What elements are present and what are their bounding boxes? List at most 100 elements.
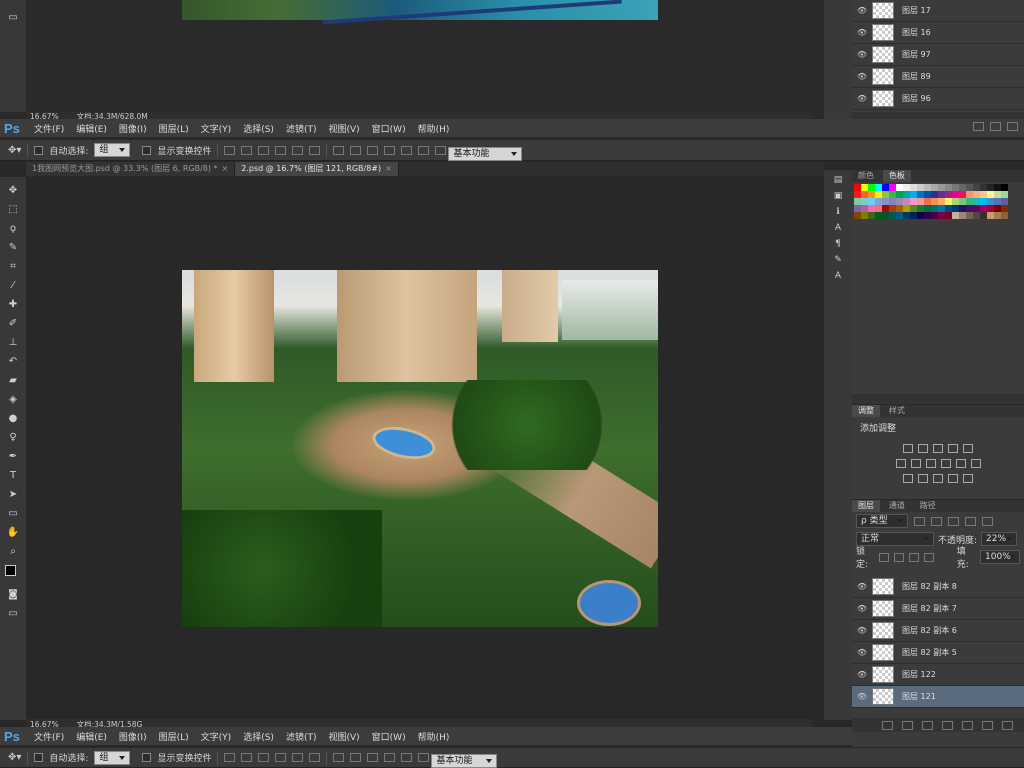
color-balance-icon[interactable] bbox=[910, 459, 921, 468]
distribute-bottom-icon[interactable] bbox=[367, 753, 379, 762]
marquee-tool-icon[interactable]: ⬚ bbox=[5, 202, 21, 217]
color-swatch[interactable] bbox=[1001, 184, 1008, 191]
color-swatch[interactable] bbox=[910, 205, 917, 212]
menu-filter[interactable]: 滤镜(T) bbox=[280, 122, 323, 135]
color-swatch[interactable] bbox=[938, 205, 945, 212]
distribute-right-icon[interactable] bbox=[418, 753, 430, 762]
blur-tool-icon[interactable]: ● bbox=[5, 411, 21, 426]
filter-pixel-icon[interactable] bbox=[914, 516, 925, 526]
color-swatch[interactable] bbox=[896, 198, 903, 205]
tool-presets-icon[interactable]: A bbox=[831, 270, 845, 282]
tab-preview-psd[interactable]: 1我图网预览大图.psd @ 33.3% (图层 6, RGB/8) * × bbox=[26, 162, 236, 176]
show-transform-checkbox[interactable] bbox=[142, 145, 152, 155]
opacity-input[interactable]: 22% bbox=[981, 532, 1018, 546]
color-swatch[interactable] bbox=[980, 212, 987, 219]
lock-pixels-icon[interactable] bbox=[894, 552, 905, 562]
color-swatch[interactable] bbox=[882, 191, 889, 198]
color-swatch[interactable] bbox=[917, 205, 924, 212]
quick-mask-icon[interactable]: ◙ bbox=[5, 587, 21, 602]
visibility-eye-icon[interactable]: 👁 bbox=[852, 692, 872, 701]
color-swatch[interactable] bbox=[945, 198, 952, 205]
color-swatch[interactable] bbox=[952, 184, 959, 191]
layer-row[interactable]: 👁 图层 97 bbox=[852, 44, 1024, 66]
layer-row[interactable]: 👁 图层 82 副本 6 bbox=[852, 620, 1024, 642]
color-swatch[interactable] bbox=[938, 191, 945, 198]
tab-2-psd[interactable]: 2.psd @ 16.7% (图层 121, RGB/8#) × bbox=[235, 162, 399, 176]
curves-icon[interactable] bbox=[933, 444, 943, 453]
foreground-color[interactable] bbox=[5, 565, 16, 576]
color-swatch[interactable] bbox=[952, 205, 959, 212]
menu-view[interactable]: 视图(V) bbox=[322, 122, 365, 135]
eraser-tool-icon[interactable]: ▰ bbox=[5, 373, 21, 388]
color-swatch[interactable] bbox=[931, 205, 938, 212]
menu-edit[interactable]: 编辑(E) bbox=[70, 122, 113, 135]
invert-icon[interactable] bbox=[903, 474, 913, 483]
color-swatch[interactable] bbox=[938, 212, 945, 219]
layer-row[interactable]: 👁 图层 17 bbox=[852, 0, 1024, 22]
color-swatch[interactable] bbox=[945, 205, 952, 212]
distribute-top-icon[interactable] bbox=[333, 753, 345, 762]
color-swatch[interactable] bbox=[973, 184, 980, 191]
menu-file[interactable]: 文件(F) bbox=[28, 730, 70, 743]
auto-select-dropdown[interactable]: 组 bbox=[94, 143, 131, 157]
color-swatch[interactable] bbox=[917, 198, 924, 205]
distribute-left-icon[interactable] bbox=[384, 753, 396, 762]
color-swatch[interactable] bbox=[931, 198, 938, 205]
color-swatch[interactable] bbox=[917, 212, 924, 219]
color-swatch[interactable] bbox=[882, 212, 889, 219]
paragraph-icon[interactable]: ¶ bbox=[831, 238, 845, 250]
hand-tool-icon[interactable]: ✋ bbox=[5, 525, 21, 540]
tab-color[interactable]: 颜色 bbox=[852, 170, 880, 182]
distribute-bottom-icon[interactable] bbox=[367, 145, 379, 155]
color-swatch[interactable] bbox=[994, 212, 1001, 219]
close-tab-icon[interactable]: × bbox=[385, 164, 392, 173]
visibility-eye-icon[interactable]: 👁 bbox=[852, 648, 872, 657]
color-swatch[interactable] bbox=[966, 184, 973, 191]
align-top-icon[interactable] bbox=[224, 753, 236, 762]
menu-file[interactable]: 文件(F) bbox=[28, 122, 70, 135]
zoom-tool-icon[interactable]: ⌕ bbox=[5, 544, 21, 559]
color-swatch[interactable] bbox=[924, 191, 931, 198]
distribute-right-icon[interactable] bbox=[418, 145, 430, 155]
menu-edit[interactable]: 编辑(E) bbox=[70, 730, 113, 743]
color-swatch[interactable] bbox=[959, 212, 966, 219]
color-swatch[interactable] bbox=[854, 198, 861, 205]
color-swatch[interactable] bbox=[924, 205, 931, 212]
new-group-icon[interactable] bbox=[962, 720, 973, 730]
minimize-icon[interactable] bbox=[973, 122, 984, 131]
levels-icon[interactable] bbox=[918, 444, 928, 453]
layer-row[interactable]: 👁 图层 82 副本 8 bbox=[852, 576, 1024, 598]
color-swatch[interactable] bbox=[952, 212, 959, 219]
menu-type[interactable]: 文字(Y) bbox=[195, 730, 238, 743]
align-vcenter-icon[interactable] bbox=[241, 753, 253, 762]
type-tool-icon[interactable]: T bbox=[5, 468, 21, 483]
align-left-icon[interactable] bbox=[275, 753, 287, 762]
menu-view[interactable]: 视图(V) bbox=[322, 730, 365, 743]
color-swatch[interactable] bbox=[924, 212, 931, 219]
color-swatch[interactable] bbox=[938, 184, 945, 191]
auto-select-dropdown[interactable]: 组 bbox=[94, 750, 131, 765]
color-swatch[interactable] bbox=[966, 198, 973, 205]
color-swatch[interactable] bbox=[1001, 198, 1008, 205]
color-swatch[interactable] bbox=[924, 198, 931, 205]
color-swatch[interactable] bbox=[980, 191, 987, 198]
color-swatch[interactable] bbox=[861, 184, 868, 191]
pen-tool-icon[interactable]: ✒ bbox=[5, 449, 21, 464]
tab-styles[interactable]: 样式 bbox=[883, 405, 911, 417]
color-swatch[interactable] bbox=[917, 191, 924, 198]
color-swatch[interactable] bbox=[903, 191, 910, 198]
color-swatch[interactable] bbox=[889, 212, 896, 219]
color-swatch[interactable] bbox=[868, 184, 875, 191]
menu-select[interactable]: 选择(S) bbox=[237, 730, 280, 743]
distribute-hcenter-icon[interactable] bbox=[401, 753, 413, 762]
hue-sat-icon[interactable] bbox=[895, 459, 906, 468]
selective-color-icon[interactable] bbox=[948, 474, 958, 483]
visibility-eye-icon[interactable]: 👁 bbox=[852, 582, 872, 591]
color-swatch[interactable] bbox=[938, 198, 945, 205]
color-swatch[interactable] bbox=[980, 184, 987, 191]
brush-panel-icon[interactable]: ✎ bbox=[831, 254, 845, 266]
move-tool-icon[interactable]: ✥ bbox=[5, 183, 21, 198]
color-swatch[interactable] bbox=[945, 184, 952, 191]
color-swatch[interactable] bbox=[987, 198, 994, 205]
color-swatches[interactable] bbox=[3, 563, 23, 583]
